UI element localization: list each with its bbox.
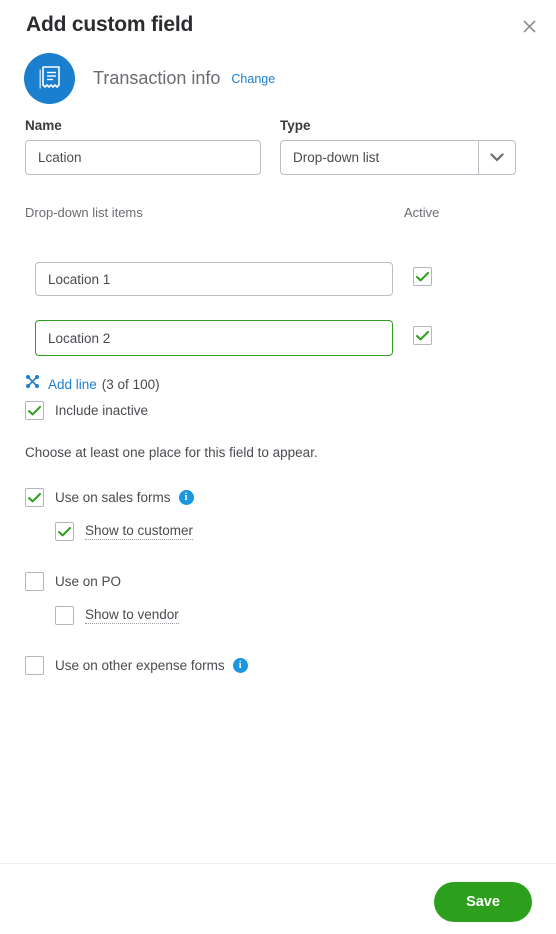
checkbox-show-to-customer[interactable]	[55, 522, 74, 541]
include-inactive-row[interactable]: Include inactive	[25, 401, 148, 420]
show-to-vendor-row[interactable]: Show to vendor	[55, 606, 179, 625]
use-on-po-label: Use on PO	[55, 574, 122, 589]
checkbox-active-2[interactable]	[413, 326, 432, 345]
chevron-down-icon	[478, 141, 515, 174]
add-line-row[interactable]: Add line (3 of 100)	[25, 374, 160, 394]
checkbox-use-on-other-expense-forms[interactable]	[25, 656, 44, 675]
close-icon[interactable]	[516, 13, 542, 39]
type-label: Type	[280, 118, 311, 133]
footer-divider	[0, 863, 556, 864]
show-to-customer-row[interactable]: Show to customer	[55, 522, 194, 541]
type-select-value: Drop-down list	[293, 150, 380, 165]
placement-helper-text: Choose at least one place for this field…	[25, 445, 318, 460]
info-icon-other-expense-forms[interactable]: i	[232, 658, 248, 673]
info-icon-sales-forms[interactable]: i	[178, 490, 194, 505]
dropdown-items-label: Drop-down list items	[25, 205, 143, 220]
active-column-label: Active	[404, 205, 440, 220]
change-entity-link[interactable]: Change	[231, 72, 275, 86]
name-input[interactable]	[25, 140, 261, 175]
list-item-input-1[interactable]	[35, 262, 393, 296]
checkbox-show-to-vendor[interactable]	[55, 606, 74, 625]
add-custom-field-dialog: Add custom field Transaction info Change…	[0, 0, 556, 934]
list-item-active-2[interactable]	[413, 326, 432, 345]
add-line-count: (3 of 100)	[101, 376, 160, 392]
name-label: Name	[25, 118, 62, 133]
checkbox-active-1[interactable]	[413, 267, 432, 286]
list-item-input-2[interactable]	[35, 320, 393, 356]
type-select[interactable]: Drop-down list	[280, 140, 516, 175]
entity-row: Transaction info Change	[24, 53, 275, 104]
use-on-sales-forms-label: Use on sales forms	[55, 490, 171, 505]
checkbox-include-inactive[interactable]	[25, 401, 44, 420]
receipt-icon	[24, 53, 75, 104]
save-button[interactable]: Save	[434, 882, 532, 922]
add-line-icon	[25, 374, 40, 394]
show-to-customer-label[interactable]: Show to customer	[85, 523, 194, 540]
page-title: Add custom field	[26, 13, 194, 36]
use-on-other-expense-forms-row[interactable]: Use on other expense forms i	[25, 656, 248, 675]
use-on-sales-forms-row[interactable]: Use on sales forms i	[25, 488, 194, 507]
list-item-active-1[interactable]	[413, 267, 432, 286]
add-line-link[interactable]: Add line	[48, 377, 97, 392]
checkbox-use-on-sales-forms[interactable]	[25, 488, 44, 507]
use-on-po-row[interactable]: Use on PO	[25, 572, 121, 591]
include-inactive-label: Include inactive	[55, 403, 149, 418]
use-on-other-expense-forms-label: Use on other expense forms	[55, 658, 225, 673]
entity-name: Transaction info	[93, 68, 221, 88]
checkbox-use-on-po[interactable]	[25, 572, 44, 591]
show-to-vendor-label[interactable]: Show to vendor	[85, 607, 179, 624]
